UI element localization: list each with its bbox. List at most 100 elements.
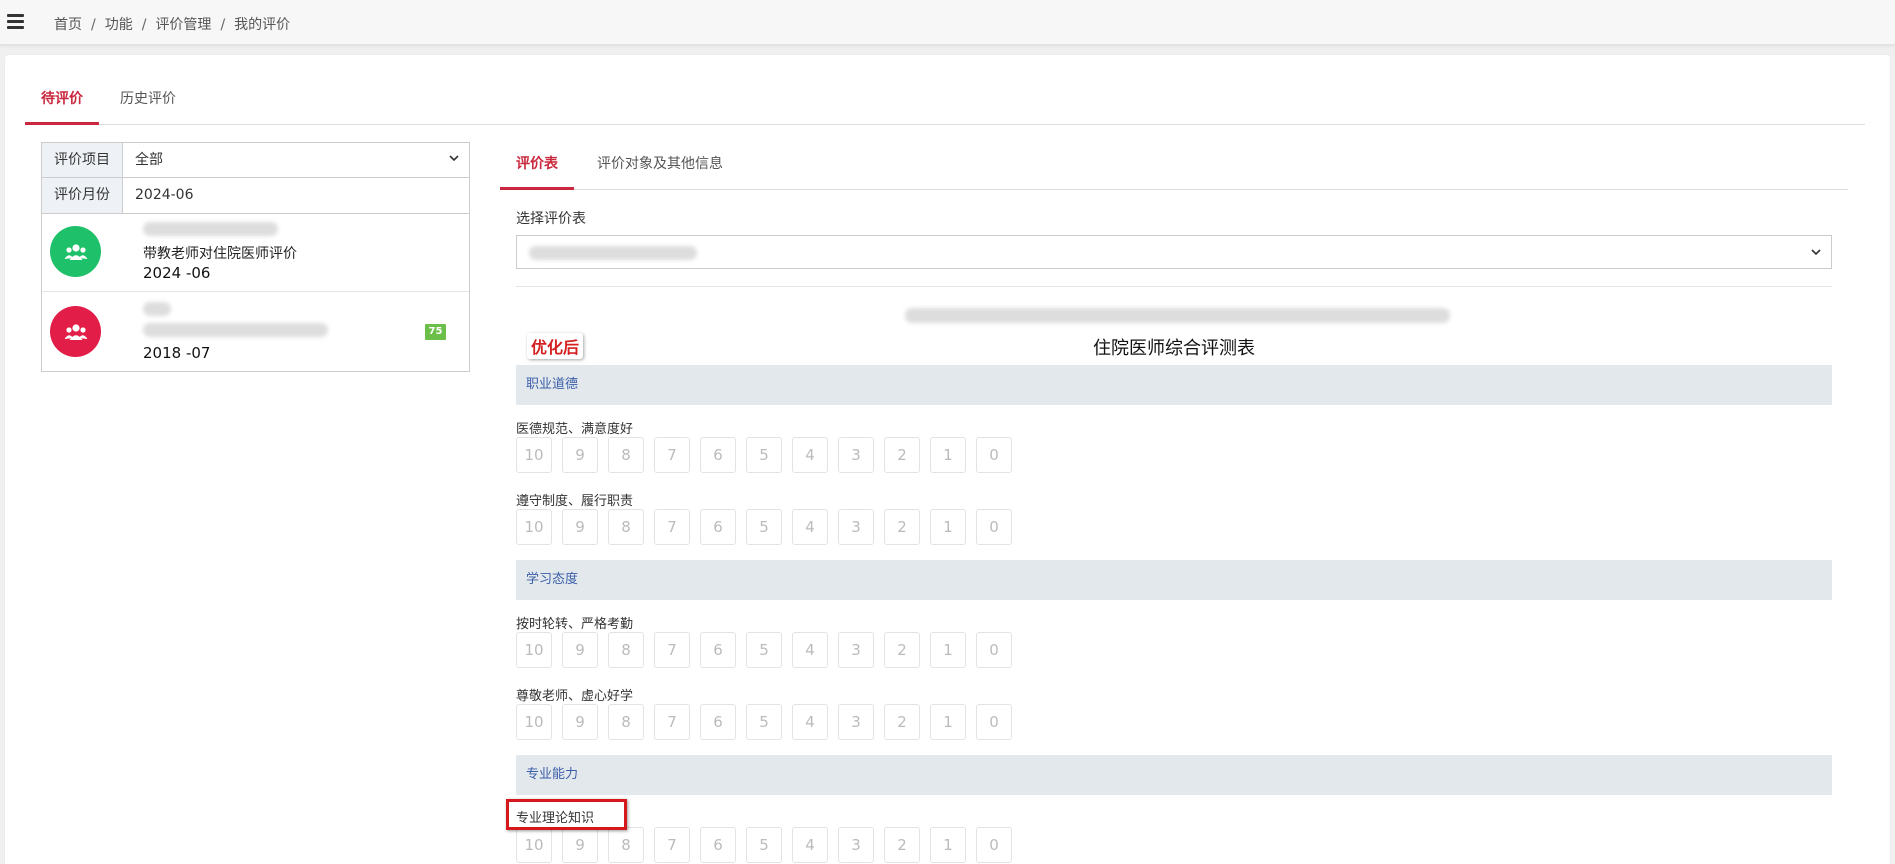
optimized-tag: 优化后: [527, 333, 584, 359]
divider: [516, 286, 1832, 287]
month-input[interactable]: 2024-06: [123, 178, 469, 213]
tab-history[interactable]: 历史评价: [111, 80, 185, 125]
score-option[interactable]: 1: [930, 509, 966, 545]
list-item[interactable]: 带教老师对住院医师评价 2024 -06: [42, 212, 469, 292]
score-option[interactable]: 9: [562, 509, 598, 545]
score-option[interactable]: 5: [746, 509, 782, 545]
top-bar: 首页 / 功能 / 评价管理 / 我的评价: [0, 0, 1895, 45]
score-option[interactable]: 0: [976, 827, 1012, 863]
users-icon: [64, 323, 87, 340]
breadcrumb-home[interactable]: 首页: [54, 17, 82, 33]
score-option[interactable]: 9: [562, 704, 598, 740]
score-option[interactable]: 6: [700, 509, 736, 545]
score-option[interactable]: 10: [516, 827, 552, 863]
chevron-down-icon: [449, 155, 459, 162]
score-option[interactable]: 6: [700, 827, 736, 863]
score-option[interactable]: 3: [838, 827, 874, 863]
month-label: 评价月份: [42, 178, 123, 213]
section-header: 职业道德: [516, 365, 1832, 405]
question-label: 遵守制度、履行职责: [516, 494, 634, 509]
score-option[interactable]: 10: [516, 704, 552, 740]
score-option[interactable]: 6: [700, 437, 736, 473]
tab-pending[interactable]: 待评价: [25, 80, 99, 125]
score-option[interactable]: 1: [930, 437, 966, 473]
blurred-text: [143, 323, 328, 337]
form-select[interactable]: [516, 235, 1832, 269]
score-option[interactable]: 5: [746, 632, 782, 668]
score-option[interactable]: 9: [562, 632, 598, 668]
score-option[interactable]: 4: [792, 704, 828, 740]
main-tabs: 待评价 历史评价: [25, 80, 1865, 125]
select-form-label: 选择评价表: [516, 211, 586, 227]
score-option[interactable]: 10: [516, 437, 552, 473]
score-option[interactable]: 0: [976, 509, 1012, 545]
avatar: [50, 306, 101, 357]
breadcrumb-function[interactable]: 功能: [105, 17, 133, 33]
project-select[interactable]: 全部: [123, 143, 469, 177]
score-option[interactable]: 2: [884, 632, 920, 668]
question-label: 医德规范、满意度好: [516, 422, 634, 437]
chevron-down-icon: [1811, 249, 1821, 256]
score-option[interactable]: 7: [654, 437, 690, 473]
score-option[interactable]: 3: [838, 437, 874, 473]
score-badge: 75: [425, 324, 446, 340]
score-option[interactable]: 8: [608, 509, 644, 545]
score-option[interactable]: 1: [930, 632, 966, 668]
score-option[interactable]: 7: [654, 632, 690, 668]
score-option[interactable]: 4: [792, 827, 828, 863]
tab-eval-form[interactable]: 评价表: [500, 144, 574, 190]
score-option[interactable]: 5: [746, 827, 782, 863]
score-option[interactable]: 6: [700, 704, 736, 740]
score-option[interactable]: 0: [976, 704, 1012, 740]
blurred-text: [529, 246, 697, 260]
score-options: 10 9 8 7 6 5 4 3 2 1 0: [516, 827, 1012, 863]
score-option[interactable]: 2: [884, 704, 920, 740]
section-header: 专业能力: [516, 755, 1832, 795]
breadcrumb-eval-management[interactable]: 评价管理: [155, 17, 211, 33]
score-option[interactable]: 4: [792, 437, 828, 473]
score-option[interactable]: 2: [884, 827, 920, 863]
highlight-box: [506, 799, 627, 830]
score-option[interactable]: 8: [608, 632, 644, 668]
score-options: 10 9 8 7 6 5 4 3 2 1 0: [516, 704, 1012, 740]
score-option[interactable]: 2: [884, 509, 920, 545]
users-icon: [64, 243, 87, 260]
score-option[interactable]: 10: [516, 632, 552, 668]
question-label: 尊敬老师、虚心好学: [516, 689, 634, 704]
score-option[interactable]: 4: [792, 509, 828, 545]
item-title: 带教老师对住院医师评价: [143, 246, 297, 262]
list-item[interactable]: 2018 -07 75: [42, 292, 469, 371]
score-option[interactable]: 7: [654, 509, 690, 545]
score-option[interactable]: 9: [562, 437, 598, 473]
score-option[interactable]: 3: [838, 509, 874, 545]
blurred-text: [143, 302, 171, 316]
score-option[interactable]: 0: [976, 437, 1012, 473]
score-option[interactable]: 4: [792, 632, 828, 668]
score-options: 10 9 8 7 6 5 4 3 2 1 0: [516, 437, 1012, 473]
tab-eval-target-info[interactable]: 评价对象及其他信息: [586, 144, 734, 190]
score-option[interactable]: 7: [654, 704, 690, 740]
score-option[interactable]: 2: [884, 437, 920, 473]
score-option[interactable]: 1: [930, 704, 966, 740]
score-option[interactable]: 8: [608, 827, 644, 863]
score-option[interactable]: 3: [838, 704, 874, 740]
score-option[interactable]: 3: [838, 632, 874, 668]
project-label: 评价项目: [42, 143, 123, 177]
score-option[interactable]: 8: [608, 704, 644, 740]
filter-table: 评价项目 全部 评价月份 2024-06: [41, 142, 470, 214]
score-option[interactable]: 8: [608, 437, 644, 473]
score-options: 10 9 8 7 6 5 4 3 2 1 0: [516, 509, 1012, 545]
score-option[interactable]: 6: [700, 632, 736, 668]
menu-icon[interactable]: [7, 14, 24, 29]
score-option[interactable]: 10: [516, 509, 552, 545]
score-option[interactable]: 1: [930, 827, 966, 863]
section-header: 学习态度: [516, 560, 1832, 600]
score-option[interactable]: 9: [562, 827, 598, 863]
score-option[interactable]: 5: [746, 704, 782, 740]
score-option[interactable]: 7: [654, 827, 690, 863]
item-date: 2024 -06: [143, 264, 211, 282]
blurred-text: [905, 308, 1450, 323]
score-option[interactable]: 5: [746, 437, 782, 473]
score-option[interactable]: 0: [976, 632, 1012, 668]
score-options: 10 9 8 7 6 5 4 3 2 1 0: [516, 632, 1012, 668]
